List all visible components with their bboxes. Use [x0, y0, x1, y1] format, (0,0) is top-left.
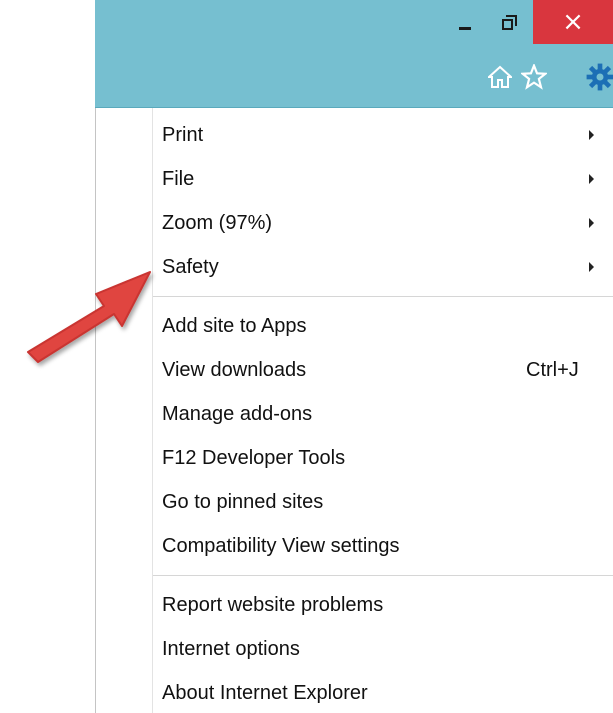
- menu-item-label: Manage add-ons: [162, 402, 313, 425]
- menu-item-go-to-pinned-sites[interactable]: Go to pinned sites: [96, 480, 613, 524]
- close-button[interactable]: ×: [533, 0, 613, 44]
- menu-item-label: Add site to Apps: [162, 314, 307, 337]
- menu-item-label: View downloads: [162, 358, 307, 381]
- menu-item-compatibility-view[interactable]: Compatibility View settings: [96, 524, 613, 568]
- menu-item-shortcut: Ctrl+J: [526, 358, 579, 381]
- menu-item-label: Safety: [162, 255, 219, 278]
- submenu-arrow-icon: [589, 130, 594, 140]
- menu-item-label: Zoom (97%): [162, 211, 273, 234]
- restore-button[interactable]: [487, 0, 531, 44]
- menu-separator: [153, 575, 613, 576]
- menu-item-about-ie[interactable]: About Internet Explorer: [96, 671, 613, 713]
- title-bar: ×: [95, 0, 613, 108]
- menu-item-label: Internet options: [162, 637, 300, 660]
- menu-item-label: About Internet Explorer: [162, 681, 368, 704]
- menu-item-label: F12 Developer Tools: [162, 446, 346, 469]
- menu-item-manage-add-ons[interactable]: Manage add-ons: [96, 392, 613, 436]
- menu-item-file[interactable]: File: [96, 157, 613, 201]
- menu-item-label: Compatibility View settings: [162, 534, 400, 557]
- minimize-button[interactable]: [443, 0, 487, 44]
- menu-item-safety[interactable]: Safety: [96, 245, 613, 289]
- menu-item-label: File: [162, 167, 195, 190]
- minimize-icon: [459, 26, 471, 30]
- submenu-arrow-icon: [589, 218, 594, 228]
- screenshot-canvas: × Print File Zoom (97%) Safety Add site …: [0, 0, 613, 713]
- submenu-arrow-icon: [589, 262, 594, 272]
- menu-item-view-downloads[interactable]: View downloads Ctrl+J: [96, 348, 613, 392]
- menu-item-label: Print: [162, 123, 204, 146]
- menu-item-print[interactable]: Print: [96, 113, 613, 157]
- tools-menu: Print File Zoom (97%) Safety Add site to…: [95, 108, 613, 713]
- close-icon: ×: [562, 7, 584, 37]
- submenu-arrow-icon: [589, 174, 594, 184]
- star-icon[interactable]: [519, 62, 549, 92]
- menu-item-label: Go to pinned sites: [162, 490, 324, 513]
- menu-separator: [153, 296, 613, 297]
- menu-item-label: Report website problems: [162, 593, 384, 616]
- restore-icon: [502, 15, 517, 30]
- menu-item-internet-options[interactable]: Internet options: [96, 627, 613, 671]
- home-icon[interactable]: [485, 62, 515, 92]
- menu-item-zoom[interactable]: Zoom (97%): [96, 201, 613, 245]
- menu-item-add-site-to-apps[interactable]: Add site to Apps: [96, 304, 613, 348]
- menu-item-developer-tools[interactable]: F12 Developer Tools: [96, 436, 613, 480]
- menu-item-report-problems[interactable]: Report website problems: [96, 583, 613, 627]
- gear-icon[interactable]: [585, 62, 613, 92]
